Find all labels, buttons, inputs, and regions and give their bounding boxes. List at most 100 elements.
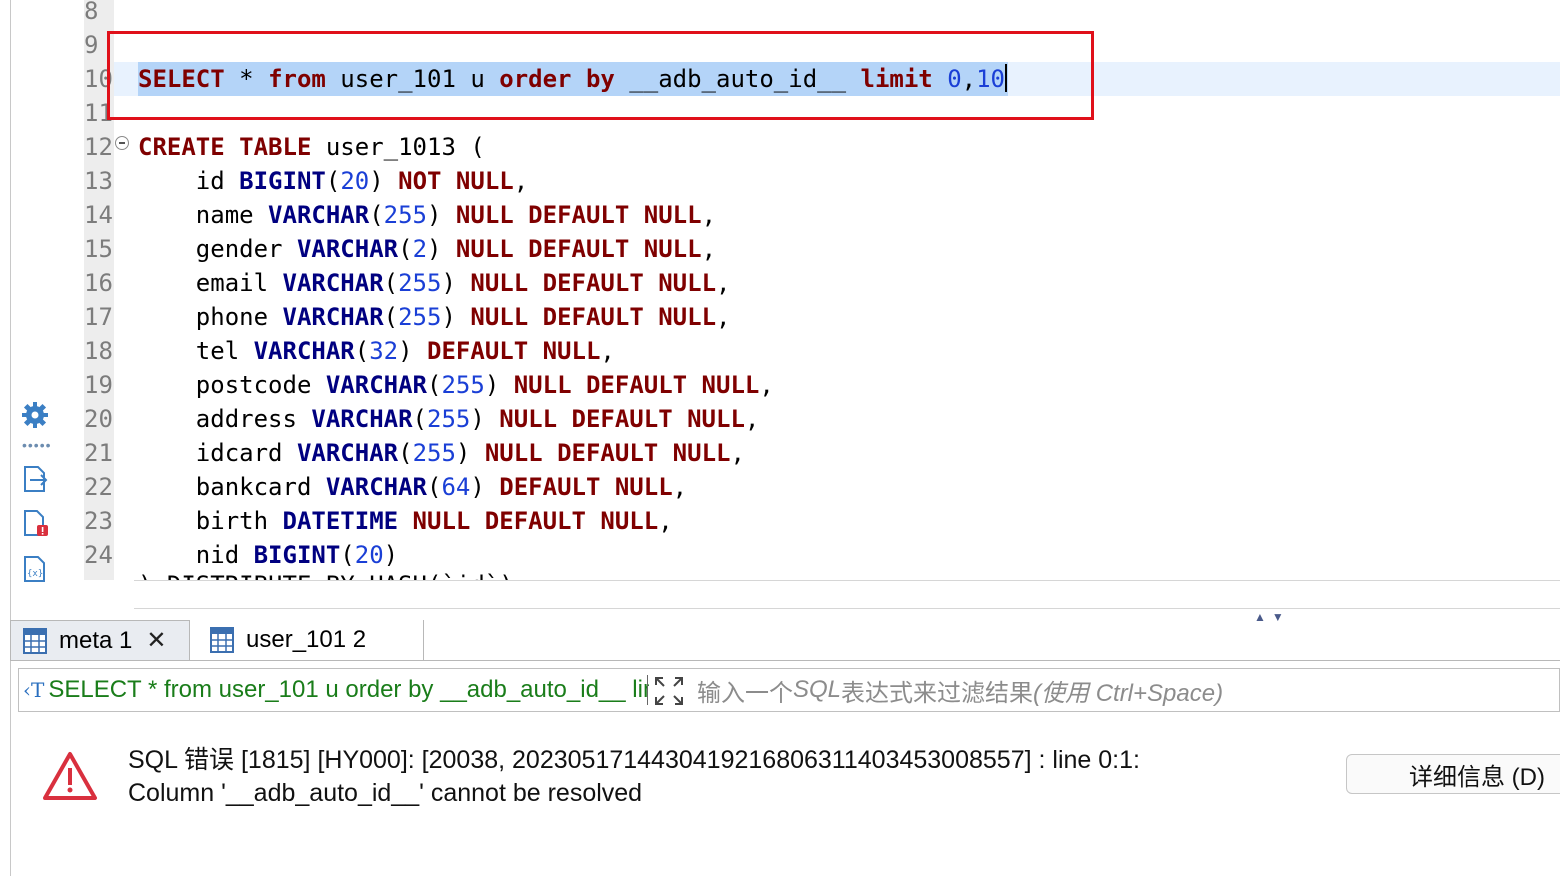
line-number: 17: [84, 303, 113, 331]
close-icon[interactable]: ✕: [146, 626, 166, 655]
column-constraint: NULL DEFAULT NULL: [484, 439, 731, 467]
fold-collapse-icon[interactable]: [115, 136, 129, 150]
line-number: 20: [84, 405, 113, 433]
paren-open: (: [369, 201, 384, 229]
paren-close: ): [484, 371, 500, 399]
column-indent: [138, 507, 196, 535]
tab-meta-1[interactable]: meta 1 ✕: [10, 620, 190, 660]
column-name: tel: [195, 337, 254, 365]
paren-close: ): [369, 167, 384, 195]
column-type: VARCHAR: [296, 439, 399, 467]
editor-scrollbar-track[interactable]: [134, 608, 1560, 609]
column-size: 255: [412, 439, 456, 467]
code-line-column[interactable]: nid BIGINT(20): [138, 538, 398, 572]
code-line-create[interactable]: CREATE TABLE user_1013 (: [138, 130, 485, 164]
column-name: bankcard: [195, 473, 326, 501]
svg-text:{x}: {x}: [27, 569, 43, 579]
column-indent: [138, 473, 196, 501]
column-indent: [138, 371, 196, 399]
column-constraint: NULL DEFAULT NULL: [455, 201, 702, 229]
column-constraint: NOT NULL: [398, 167, 514, 195]
code-line-column[interactable]: name VARCHAR(255) NULL DEFAULT NULL,: [138, 198, 716, 232]
code-line-column[interactable]: tel VARCHAR(32) DEFAULT NULL,: [138, 334, 615, 368]
code-line-column[interactable]: address VARCHAR(255) NULL DEFAULT NULL,: [138, 402, 760, 436]
paren-open: (: [427, 371, 442, 399]
column-name: email: [195, 269, 283, 297]
paren-open: (: [354, 337, 370, 365]
create-table-name: user_1013 (: [311, 133, 485, 161]
table-grid-icon: [23, 627, 47, 654]
expand-icon[interactable]: [653, 675, 685, 707]
column-size: 255: [427, 405, 471, 433]
line-number: 13: [84, 167, 113, 195]
column-constraint: NULL DEFAULT NULL: [455, 235, 702, 263]
paren-open: (: [383, 303, 399, 331]
filter-placeholder-main: 输入一个: [697, 679, 793, 707]
paren-close: ): [470, 405, 485, 433]
column-type: VARCHAR: [268, 201, 370, 229]
column-type: VARCHAR: [325, 371, 427, 399]
column-type: BIGINT: [253, 541, 341, 569]
paren-close: ): [441, 269, 456, 297]
code-line-column[interactable]: postcode VARCHAR(255) NULL DEFAULT NULL,: [138, 368, 774, 402]
error-line-2: Column '__adb_auto_id__' cannot be resol…: [128, 779, 643, 807]
column-tail: ,: [600, 337, 615, 365]
code-line-column[interactable]: bankcard VARCHAR(64) DEFAULT NULL,: [138, 470, 687, 504]
column-type: VARCHAR: [282, 303, 384, 331]
column-constraint: NULL DEFAULT NULL: [470, 303, 717, 331]
code-line-column[interactable]: email VARCHAR(255) NULL DEFAULT NULL,: [138, 266, 731, 300]
column-type: VARCHAR: [282, 269, 384, 297]
warning-icon: [43, 752, 97, 800]
column-size: 255: [441, 371, 485, 399]
line-number: 9: [84, 31, 99, 59]
column-size: 20: [340, 167, 370, 195]
filter-placeholder-mid: 表达式来过滤结果: [841, 679, 1034, 707]
variables-icon[interactable]: {x}: [20, 554, 50, 584]
column-size: 255: [398, 269, 442, 297]
column-name: gender: [195, 235, 297, 263]
column-type: BIGINT: [239, 167, 326, 195]
code-line-column[interactable]: gender VARCHAR(2) NULL DEFAULT NULL,: [138, 232, 716, 266]
filter-input[interactable]: 输入一个 SQL 表达式来过滤结果 (使用 Ctrl+Space): [697, 669, 1223, 711]
paren-open: (: [427, 473, 442, 501]
column-name: phone: [195, 303, 283, 331]
column-tail: ,: [744, 405, 760, 433]
column-indent: [138, 235, 196, 263]
filter-placeholder-hint: (使用 Ctrl+Space): [1033, 679, 1224, 707]
column-size: 255: [383, 201, 428, 229]
column-constraint: DEFAULT NULL: [427, 337, 601, 365]
line-number: 18: [84, 337, 113, 365]
paren-close: ): [383, 541, 399, 569]
column-tail: ,: [730, 439, 745, 467]
paren-open: (: [340, 541, 355, 569]
annotation-highlight-box: [107, 31, 1094, 120]
column-name: id: [195, 167, 240, 195]
column-type: VARCHAR: [325, 473, 427, 501]
code-line-cut: ) DISTRIBUTE BY HASH(`id`): [138, 568, 514, 580]
editor-left-border: [10, 0, 11, 876]
paren-open: (: [325, 167, 341, 195]
code-line-column[interactable]: idcard VARCHAR(255) NULL DEFAULT NULL,: [138, 436, 745, 470]
column-tail: ,: [658, 507, 673, 535]
export-icon[interactable]: [20, 464, 50, 494]
column-constraint: NULL DEFAULT NULL: [513, 371, 760, 399]
gear-icon[interactable]: [20, 400, 50, 430]
column-name: postcode: [195, 371, 326, 399]
line-number: 16: [84, 269, 113, 297]
error-file-icon[interactable]: [20, 508, 50, 538]
filter-sql-query[interactable]: ‹T SELECT * from user_101 u order by __a…: [23, 669, 649, 711]
column-tail: ,: [716, 269, 731, 297]
code-line-column[interactable]: birth DATETIME NULL DEFAULT NULL,: [138, 504, 673, 538]
details-button[interactable]: 详细信息 (D): [1346, 754, 1560, 794]
paren-close: ): [427, 235, 442, 263]
tab-label: user_101 2: [246, 626, 367, 653]
code-line-column[interactable]: phone VARCHAR(255) NULL DEFAULT NULL,: [138, 300, 731, 334]
tab-user-101-2[interactable]: user_101 2: [198, 620, 424, 660]
column-indent: [138, 269, 196, 297]
error-line-1: SQL 错误 [1815] [HY000]: [20038, 202305171…: [128, 746, 1140, 774]
code-line-column[interactable]: id BIGINT(20) NOT NULL,: [138, 164, 528, 198]
column-name: address: [195, 405, 312, 433]
